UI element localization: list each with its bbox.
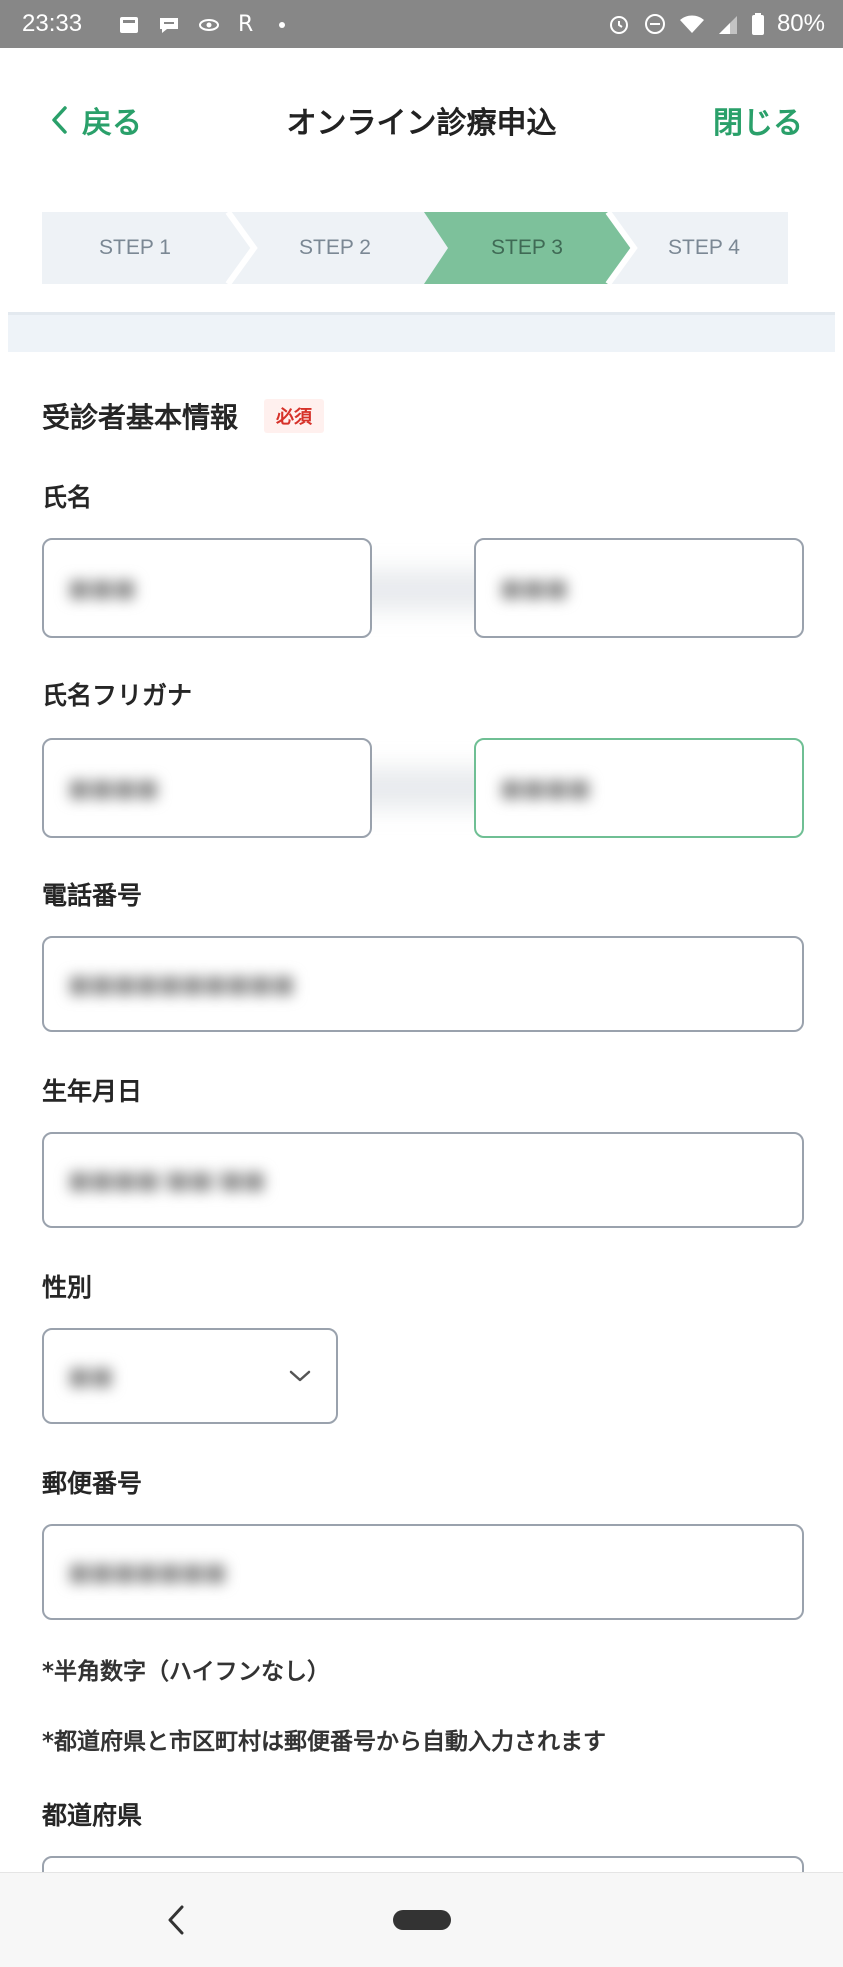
status-right-icons: 80% — [607, 10, 825, 38]
first-name-kana-value: ■■■■ — [500, 774, 591, 802]
section-title-text: 受診者基本情報 — [42, 401, 239, 434]
gallery-icon — [120, 16, 138, 33]
step-3: STEP 3 — [491, 236, 563, 259]
section-band — [8, 312, 835, 352]
chat-icon — [160, 17, 178, 33]
postal-code-input[interactable]: ■■■■■■■ — [42, 1524, 804, 1620]
first-name-input[interactable]: ■■■ — [474, 538, 804, 638]
name-label: 氏名 — [42, 483, 93, 512]
step-2: STEP 2 — [299, 236, 371, 259]
gender-value: ■■ — [68, 1362, 114, 1390]
postal-code-value: ■■■■■■■ — [68, 1558, 227, 1586]
prefecture-label: 都道府県 — [42, 1801, 143, 1830]
last-name-value: ■■■ — [68, 574, 137, 602]
postal-label: 郵便番号 — [42, 1469, 143, 1498]
dot-icon — [279, 21, 286, 28]
postal-note-autofill: *都道府県と市区町村は郵便番号から自動入力されます — [42, 1729, 607, 1755]
phone-input[interactable]: ■■■■■■■■■■ — [42, 936, 804, 1032]
birthday-input[interactable]: ■■■■/■■/■■ — [42, 1132, 804, 1228]
step-4: STEP 4 — [668, 236, 740, 259]
step-indicator: STEP 1 STEP 2 STEP 3 STEP 4 — [42, 212, 788, 284]
r-letter-icon: R — [238, 12, 254, 37]
birthday-value: ■■■■/■■/■■ — [68, 1166, 266, 1194]
first-name-value: ■■■ — [500, 574, 569, 602]
step-1: STEP 1 — [99, 236, 171, 259]
birthday-label: 生年月日 — [42, 1077, 143, 1106]
battery-percent: 80% — [776, 10, 825, 37]
close-button[interactable]: 閉じる — [713, 98, 803, 142]
required-badge: 必須 — [264, 399, 325, 433]
battery-icon — [751, 13, 764, 35]
nav-bar: 戻る オンライン診療申込 閉じる — [0, 48, 843, 188]
postal-note-halfwidth: *半角数字（ハイフンなし） — [42, 1659, 331, 1685]
gender-select[interactable]: ■■ — [42, 1328, 338, 1424]
last-name-input[interactable]: ■■■ — [42, 538, 372, 638]
alarm-icon — [609, 16, 628, 34]
system-nav-bar — [0, 1872, 843, 1967]
eye-icon — [199, 18, 219, 31]
last-name-kana-input[interactable]: ■■■■ — [42, 738, 372, 838]
signal-icon — [718, 16, 737, 34]
status-bar: 23:33 R 80% — [0, 0, 843, 48]
gender-label: 性別 — [42, 1273, 93, 1302]
home-pill[interactable] — [393, 1910, 451, 1930]
wifi-icon — [679, 15, 704, 33]
status-left-icons: R — [118, 12, 293, 37]
chevron-down-icon — [289, 1370, 311, 1382]
phone-label: 電話番号 — [42, 881, 143, 910]
system-back-icon[interactable] — [165, 1903, 187, 1937]
section-title: 受診者基本情報 必須 — [42, 396, 325, 436]
dnd-icon — [644, 14, 665, 34]
status-time: 23:33 — [22, 10, 83, 37]
kana-label: 氏名フリガナ — [42, 681, 193, 710]
last-name-kana-value: ■■■■ — [68, 774, 159, 802]
phone-value: ■■■■■■■■■■ — [68, 970, 295, 998]
first-name-kana-input[interactable]: ■■■■ — [474, 738, 804, 838]
